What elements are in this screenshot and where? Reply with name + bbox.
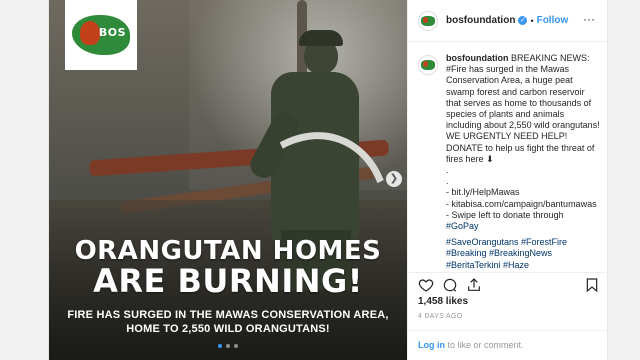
avatar[interactable] [418, 10, 438, 31]
caption-username[interactable]: bosfoundation [446, 53, 509, 63]
login-link[interactable]: Log in [418, 340, 445, 350]
action-bar [408, 272, 608, 298]
headline-line-2: ARE BURNING! [93, 262, 363, 300]
bookmark-icon[interactable] [584, 277, 600, 293]
firefighter-cap [299, 30, 343, 46]
post-sidebar: bosfoundation ✓ • Follow ··· bosfoundati… [407, 0, 608, 360]
carousel-dot [218, 344, 222, 348]
carousel-dots [49, 344, 407, 348]
caption-link: - kitabisa.com/campaign/bantumawas [446, 198, 597, 209]
caption-emoji: ⬇ [486, 153, 494, 164]
share-icon[interactable] [466, 277, 482, 293]
comment-icon[interactable] [442, 277, 458, 293]
caption: bosfoundation BREAKING NEWS: #Fire has s… [418, 53, 600, 269]
bos-logo-mark: BOS [72, 15, 130, 55]
logo-text: BOS [98, 26, 126, 39]
hashtags-line-1[interactable]: #SaveOrangutans #ForestFire [446, 237, 600, 248]
hashtag-gopay[interactable]: #GoPay [446, 221, 600, 232]
caption-link: - Swipe left to donate through [446, 209, 564, 220]
caption-dot: . [446, 176, 449, 187]
instagram-post: BOS ORANGUTAN HOMES ARE BURNING! FIRE HA… [48, 0, 608, 360]
verified-badge-icon: ✓ [518, 16, 528, 25]
post-header: bosfoundation ✓ • Follow ··· [408, 0, 607, 42]
caption-link: - bit.ly/HelpMawas [446, 187, 520, 198]
carousel-dot [226, 344, 230, 348]
follow-button[interactable]: Follow [537, 15, 569, 26]
next-slide-arrow-icon[interactable]: ❯ [386, 171, 402, 187]
more-options-icon[interactable]: ··· [583, 12, 595, 26]
caption-avatar[interactable] [418, 55, 438, 75]
heart-icon[interactable] [418, 277, 434, 293]
header-separator: • [530, 15, 534, 26]
caption-body: bosfoundation BREAKING NEWS: #Fire has s… [446, 53, 600, 269]
carousel-dot [234, 344, 238, 348]
post-time: 4 DAYS AGO [418, 313, 463, 320]
header-username[interactable]: bosfoundation [446, 15, 515, 26]
bos-logo: BOS [65, 0, 137, 70]
likes-count[interactable]: 1,458 likes [418, 296, 468, 307]
logo-orangutan [80, 21, 100, 45]
post-image[interactable]: BOS ORANGUTAN HOMES ARE BURNING! FIRE HA… [49, 0, 407, 360]
subline-line-2: HOME TO 2,550 WILD ORANGUTANS! [126, 323, 330, 335]
hashtags-line-2[interactable]: #Breaking #BreakingNews [446, 248, 600, 259]
avatar-orangutan [423, 16, 428, 23]
caption-text: BREAKING NEWS: #Fire has surged in the M… [446, 53, 600, 164]
login-prompt-text: to like or comment. [445, 340, 524, 350]
avatar-orangutan [423, 61, 428, 67]
caption-dot: . [446, 165, 449, 176]
hashtags-line-3[interactable]: #BeritaTerkini #Haze [446, 260, 600, 269]
subline-line-1: FIRE HAS SURGED IN THE MAWAS CONSERVATIO… [67, 309, 389, 321]
login-prompt: Log in to like or comment. [408, 330, 608, 360]
